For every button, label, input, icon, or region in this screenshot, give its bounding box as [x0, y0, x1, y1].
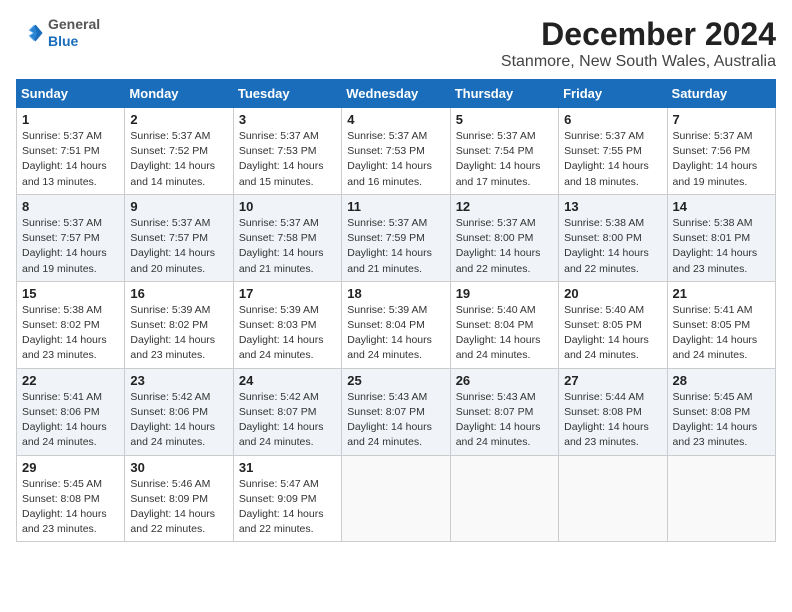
- logo-line2: Blue: [48, 33, 100, 50]
- calendar-cell-9: 9Sunrise: 5:37 AMSunset: 7:57 PMDaylight…: [125, 194, 233, 281]
- header-friday: Friday: [559, 80, 667, 108]
- calendar-cell-17: 17Sunrise: 5:39 AMSunset: 8:03 PMDayligh…: [233, 281, 341, 368]
- page-header: General Blue December 2024 Stanmore, New…: [16, 16, 776, 71]
- calendar-cell-26: 26Sunrise: 5:43 AMSunset: 8:07 PMDayligh…: [450, 368, 558, 455]
- calendar-week-3: 22Sunrise: 5:41 AMSunset: 8:06 PMDayligh…: [17, 368, 776, 455]
- logo-icon: [16, 19, 44, 47]
- calendar-cell-16: 16Sunrise: 5:39 AMSunset: 8:02 PMDayligh…: [125, 281, 233, 368]
- calendar-cell-27: 27Sunrise: 5:44 AMSunset: 8:08 PMDayligh…: [559, 368, 667, 455]
- calendar-cell-empty: [667, 455, 775, 542]
- header-wednesday: Wednesday: [342, 80, 450, 108]
- logo-line1: General: [48, 16, 100, 33]
- calendar-cell-6: 6Sunrise: 5:37 AMSunset: 7:55 PMDaylight…: [559, 108, 667, 195]
- calendar-cell-24: 24Sunrise: 5:42 AMSunset: 8:07 PMDayligh…: [233, 368, 341, 455]
- header-saturday: Saturday: [667, 80, 775, 108]
- calendar-cell-3: 3Sunrise: 5:37 AMSunset: 7:53 PMDaylight…: [233, 108, 341, 195]
- calendar-cell-22: 22Sunrise: 5:41 AMSunset: 8:06 PMDayligh…: [17, 368, 125, 455]
- calendar-cell-13: 13Sunrise: 5:38 AMSunset: 8:00 PMDayligh…: [559, 194, 667, 281]
- page-subtitle: Stanmore, New South Wales, Australia: [501, 53, 776, 71]
- header-thursday: Thursday: [450, 80, 558, 108]
- logo-text: General Blue: [48, 16, 100, 50]
- calendar-cell-11: 11Sunrise: 5:37 AMSunset: 7:59 PMDayligh…: [342, 194, 450, 281]
- calendar-cell-7: 7Sunrise: 5:37 AMSunset: 7:56 PMDaylight…: [667, 108, 775, 195]
- header-monday: Monday: [125, 80, 233, 108]
- calendar-cell-2: 2Sunrise: 5:37 AMSunset: 7:52 PMDaylight…: [125, 108, 233, 195]
- calendar-cell-29: 29Sunrise: 5:45 AMSunset: 8:08 PMDayligh…: [17, 455, 125, 542]
- logo: General Blue: [16, 16, 100, 50]
- calendar-week-1: 8Sunrise: 5:37 AMSunset: 7:57 PMDaylight…: [17, 194, 776, 281]
- page-title: December 2024: [501, 16, 776, 53]
- calendar-cell-10: 10Sunrise: 5:37 AMSunset: 7:58 PMDayligh…: [233, 194, 341, 281]
- calendar-cell-4: 4Sunrise: 5:37 AMSunset: 7:53 PMDaylight…: [342, 108, 450, 195]
- header-sunday: Sunday: [17, 80, 125, 108]
- calendar-cell-14: 14Sunrise: 5:38 AMSunset: 8:01 PMDayligh…: [667, 194, 775, 281]
- calendar-header-row: Sunday Monday Tuesday Wednesday Thursday…: [17, 80, 776, 108]
- calendar-cell-8: 8Sunrise: 5:37 AMSunset: 7:57 PMDaylight…: [17, 194, 125, 281]
- calendar-cell-19: 19Sunrise: 5:40 AMSunset: 8:04 PMDayligh…: [450, 281, 558, 368]
- calendar-cell-1: 1Sunrise: 5:37 AMSunset: 7:51 PMDaylight…: [17, 108, 125, 195]
- calendar-cell-30: 30Sunrise: 5:46 AMSunset: 8:09 PMDayligh…: [125, 455, 233, 542]
- calendar-week-2: 15Sunrise: 5:38 AMSunset: 8:02 PMDayligh…: [17, 281, 776, 368]
- calendar-cell-15: 15Sunrise: 5:38 AMSunset: 8:02 PMDayligh…: [17, 281, 125, 368]
- calendar-cell-18: 18Sunrise: 5:39 AMSunset: 8:04 PMDayligh…: [342, 281, 450, 368]
- calendar-week-0: 1Sunrise: 5:37 AMSunset: 7:51 PMDaylight…: [17, 108, 776, 195]
- calendar-cell-31: 31Sunrise: 5:47 AMSunset: 9:09 PMDayligh…: [233, 455, 341, 542]
- calendar-week-4: 29Sunrise: 5:45 AMSunset: 8:08 PMDayligh…: [17, 455, 776, 542]
- calendar-cell-25: 25Sunrise: 5:43 AMSunset: 8:07 PMDayligh…: [342, 368, 450, 455]
- calendar-cell-5: 5Sunrise: 5:37 AMSunset: 7:54 PMDaylight…: [450, 108, 558, 195]
- calendar-cell-23: 23Sunrise: 5:42 AMSunset: 8:06 PMDayligh…: [125, 368, 233, 455]
- calendar-cell-empty: [342, 455, 450, 542]
- header-tuesday: Tuesday: [233, 80, 341, 108]
- calendar-cell-28: 28Sunrise: 5:45 AMSunset: 8:08 PMDayligh…: [667, 368, 775, 455]
- calendar-cell-12: 12Sunrise: 5:37 AMSunset: 8:00 PMDayligh…: [450, 194, 558, 281]
- calendar-cell-empty: [450, 455, 558, 542]
- title-block: December 2024 Stanmore, New South Wales,…: [501, 16, 776, 71]
- calendar-cell-20: 20Sunrise: 5:40 AMSunset: 8:05 PMDayligh…: [559, 281, 667, 368]
- calendar-cell-empty: [559, 455, 667, 542]
- calendar-table: Sunday Monday Tuesday Wednesday Thursday…: [16, 79, 776, 542]
- calendar-cell-21: 21Sunrise: 5:41 AMSunset: 8:05 PMDayligh…: [667, 281, 775, 368]
